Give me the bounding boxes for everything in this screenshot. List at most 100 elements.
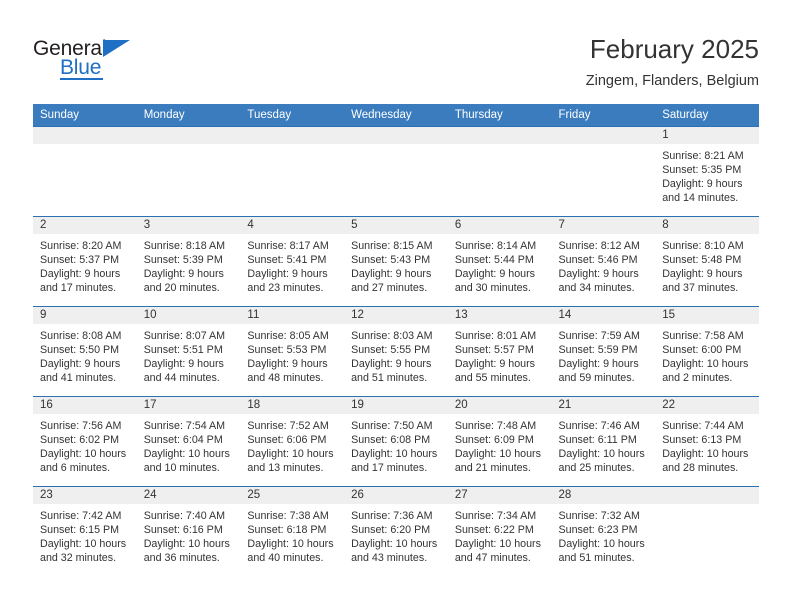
calendar-day-cell-empty <box>240 126 345 217</box>
calendar-day-cell[interactable]: 7 Sunrise: 8:12 AM Sunset: 5:46 PM Daylight… <box>551 216 656 307</box>
sunset-time: Sunset: 6:04 PM <box>143 434 223 446</box>
calendar-day-cell[interactable]: 8 Sunrise: 8:10 AM Sunset: 5:48 PM Daylight… <box>655 216 759 307</box>
daylight-duration-line2: and 55 minutes. <box>454 372 531 384</box>
calendar-day-cell[interactable]: 10 Sunrise: 8:07 AM Sunset: 5:51 PM Dayligh… <box>136 306 241 397</box>
day-sun-info: Sunrise: 8:21 AM Sunset: 5:35 PM Daylight:… <box>655 144 759 205</box>
sunrise-time: Sunrise: 8:07 AM <box>143 330 226 342</box>
day-number: 11 <box>240 307 345 324</box>
calendar-body: 1 Sunrise: 8:21 AM Sunset: 5:35 PM Daylight… <box>33 126 759 576</box>
sunset-time: Sunset: 5:51 PM <box>143 344 223 356</box>
sunrise-time: Sunrise: 7:54 AM <box>143 420 226 432</box>
sunrise-time: Sunrise: 7:58 AM <box>662 330 744 342</box>
calendar-day-cell[interactable]: 13 Sunrise: 8:01 AM Sunset: 5:57 PM Dayligh… <box>447 306 552 397</box>
blue-triangle-icon <box>103 40 130 57</box>
calendar-day-cell[interactable]: 2 Sunrise: 8:20 AM Sunset: 5:37 PM Daylight… <box>33 216 137 307</box>
calendar-day-cell[interactable]: 17 Sunrise: 7:54 AM Sunset: 6:04 PM Dayligh… <box>136 396 241 487</box>
sunset-time: Sunset: 6:22 PM <box>454 524 534 536</box>
day-sun-info: Sunrise: 8:01 AM Sunset: 5:57 PM Daylight:… <box>448 324 552 385</box>
sunrise-time: Sunrise: 8:05 AM <box>247 330 329 342</box>
daylight-duration-line2: and 59 minutes. <box>558 372 635 384</box>
calendar-day-cell-empty <box>344 126 448 217</box>
sunrise-time: Sunrise: 7:42 AM <box>40 510 122 522</box>
calendar-day-cell[interactable]: 26 Sunrise: 7:36 AM Sunset: 6:20 PM Dayligh… <box>344 486 448 576</box>
sunrise-time: Sunrise: 8:18 AM <box>143 240 226 252</box>
calendar-day-cell[interactable]: 4 Sunrise: 8:17 AM Sunset: 5:41 PM Daylight… <box>240 216 345 307</box>
day-number: 25 <box>240 487 345 504</box>
daylight-duration-line1: Daylight: 10 hours <box>662 358 749 370</box>
calendar-day-cell[interactable]: 14 Sunrise: 7:59 AM Sunset: 5:59 PM Dayligh… <box>551 306 656 397</box>
daylight-duration-line1: Daylight: 9 hours <box>662 178 743 190</box>
calendar-day-cell[interactable]: 3 Sunrise: 8:18 AM Sunset: 5:39 PM Daylight… <box>136 216 241 307</box>
daylight-duration-line1: Daylight: 10 hours <box>40 448 127 460</box>
day-sun-info: Sunrise: 7:44 AM Sunset: 6:13 PM Daylight:… <box>655 414 759 475</box>
calendar-day-cell[interactable]: 24 Sunrise: 7:40 AM Sunset: 6:16 PM Dayligh… <box>136 486 241 576</box>
sunrise-time: Sunrise: 8:08 AM <box>40 330 122 342</box>
calendar-day-cell[interactable]: 21 Sunrise: 7:46 AM Sunset: 6:11 PM Dayligh… <box>551 396 656 487</box>
day-number: 5 <box>344 217 448 234</box>
daylight-duration-line2: and 48 minutes. <box>247 372 324 384</box>
calendar-day-cell[interactable]: 9 Sunrise: 8:08 AM Sunset: 5:50 PM Daylight… <box>33 306 137 397</box>
daylight-duration-line1: Daylight: 9 hours <box>351 268 432 280</box>
day-number <box>655 487 759 504</box>
calendar-day-cell[interactable]: 5 Sunrise: 8:15 AM Sunset: 5:43 PM Daylight… <box>344 216 448 307</box>
calendar-week-row: 16 Sunrise: 7:56 AM Sunset: 6:02 PM Dayligh… <box>33 396 759 487</box>
day-number: 8 <box>655 217 759 234</box>
daylight-duration-line1: Daylight: 10 hours <box>40 538 127 550</box>
day-sun-info: Sunrise: 8:08 AM Sunset: 5:50 PM Daylight:… <box>33 324 137 385</box>
sunset-time: Sunset: 5:59 PM <box>558 344 638 356</box>
calendar-day-cell[interactable]: 28 Sunrise: 7:32 AM Sunset: 6:23 PM Dayligh… <box>551 486 656 576</box>
calendar-day-cell[interactable]: 25 Sunrise: 7:38 AM Sunset: 6:18 PM Dayligh… <box>240 486 345 576</box>
calendar-day-cell[interactable]: 19 Sunrise: 7:50 AM Sunset: 6:08 PM Dayligh… <box>344 396 448 487</box>
sunrise-time: Sunrise: 7:36 AM <box>351 510 433 522</box>
title-block: February 2025 Zingem, Flanders, Belgium <box>586 33 759 91</box>
day-number: 14 <box>551 307 656 324</box>
calendar-day-cell[interactable]: 15 Sunrise: 7:58 AM Sunset: 6:00 PM Dayligh… <box>655 306 759 397</box>
calendar-week-row: 23 Sunrise: 7:42 AM Sunset: 6:15 PM Dayligh… <box>33 486 759 576</box>
daylight-duration-line2: and 20 minutes. <box>143 282 220 294</box>
day-sun-info: Sunrise: 8:20 AM Sunset: 5:37 PM Daylight:… <box>33 234 137 295</box>
calendar-day-cell[interactable]: 11 Sunrise: 8:05 AM Sunset: 5:53 PM Dayligh… <box>240 306 345 397</box>
daylight-duration-line1: Daylight: 10 hours <box>662 448 749 460</box>
general-blue-logo[interactable]: General Blue <box>33 37 233 87</box>
sunset-time: Sunset: 5:50 PM <box>40 344 120 356</box>
daylight-duration-line1: Daylight: 10 hours <box>143 538 230 550</box>
sunrise-time: Sunrise: 7:46 AM <box>558 420 640 432</box>
weekday-header-saturday: Saturday <box>655 104 759 127</box>
calendar-day-cell[interactable]: 16 Sunrise: 7:56 AM Sunset: 6:02 PM Dayligh… <box>33 396 137 487</box>
daylight-duration-line2: and 23 minutes. <box>247 282 324 294</box>
calendar-day-cell[interactable]: 27 Sunrise: 7:34 AM Sunset: 6:22 PM Dayligh… <box>447 486 552 576</box>
calendar-day-cell[interactable]: 22 Sunrise: 7:44 AM Sunset: 6:13 PM Dayligh… <box>655 396 759 487</box>
day-number <box>136 127 241 144</box>
day-sun-info <box>448 144 552 149</box>
calendar-day-cell[interactable]: 20 Sunrise: 7:48 AM Sunset: 6:09 PM Dayligh… <box>447 396 552 487</box>
day-sun-info: Sunrise: 7:48 AM Sunset: 6:09 PM Daylight:… <box>448 414 552 475</box>
day-number: 21 <box>551 397 656 414</box>
sunset-time: Sunset: 5:53 PM <box>247 344 327 356</box>
daylight-duration-line2: and 21 minutes. <box>454 462 531 474</box>
calendar-day-cell[interactable]: 18 Sunrise: 7:52 AM Sunset: 6:06 PM Dayligh… <box>240 396 345 487</box>
sunset-time: Sunset: 5:39 PM <box>143 254 223 266</box>
weekday-header-tuesday: Tuesday <box>240 104 345 127</box>
calendar-day-cell[interactable]: 1 Sunrise: 8:21 AM Sunset: 5:35 PM Daylight… <box>655 126 759 217</box>
day-number: 24 <box>136 487 241 504</box>
day-number: 13 <box>447 307 552 324</box>
weekday-header-monday: Monday <box>136 104 241 127</box>
weekday-header-thursday: Thursday <box>447 104 552 127</box>
daylight-duration-line1: Daylight: 10 hours <box>247 538 334 550</box>
calendar-day-cell[interactable]: 6 Sunrise: 8:14 AM Sunset: 5:44 PM Daylight… <box>447 216 552 307</box>
daylight-duration-line2: and 14 minutes. <box>662 192 739 204</box>
weekday-header-wednesday: Wednesday <box>344 104 448 127</box>
daylight-duration-line2: and 47 minutes. <box>454 552 531 564</box>
page-header: General Blue February 2025 Zingem, Fland… <box>33 33 759 99</box>
sunset-time: Sunset: 6:02 PM <box>40 434 120 446</box>
calendar-day-cell[interactable]: 23 Sunrise: 7:42 AM Sunset: 6:15 PM Dayligh… <box>33 486 137 576</box>
day-sun-info: Sunrise: 8:03 AM Sunset: 5:55 PM Daylight:… <box>344 324 448 385</box>
day-sun-info <box>240 144 344 149</box>
daylight-duration-line1: Daylight: 10 hours <box>143 448 230 460</box>
day-sun-info: Sunrise: 7:58 AM Sunset: 6:00 PM Daylight:… <box>655 324 759 385</box>
calendar-week-row: 2 Sunrise: 8:20 AM Sunset: 5:37 PM Daylight… <box>33 216 759 307</box>
day-number: 23 <box>33 487 137 504</box>
daylight-duration-line1: Daylight: 9 hours <box>143 358 224 370</box>
sunrise-time: Sunrise: 8:01 AM <box>454 330 537 342</box>
calendar-day-cell[interactable]: 12 Sunrise: 8:03 AM Sunset: 5:55 PM Dayligh… <box>344 306 448 397</box>
